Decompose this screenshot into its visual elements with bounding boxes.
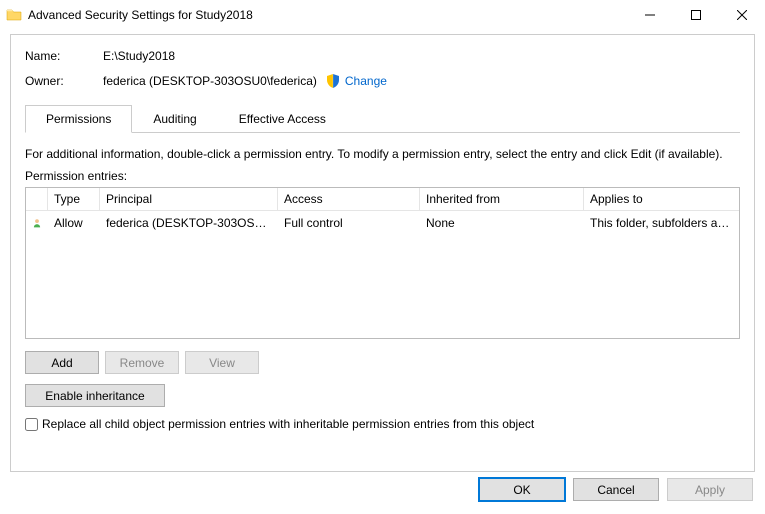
- main-panel: Name: E:\Study2018 Owner: federica (DESK…: [10, 34, 755, 472]
- info-text: For additional information, double-click…: [25, 147, 740, 161]
- change-link-text: Change: [345, 74, 387, 88]
- col-icon-spacer: [26, 188, 48, 210]
- tab-effective-access[interactable]: Effective Access: [218, 105, 347, 133]
- close-button[interactable]: [719, 0, 765, 30]
- tab-bar: Permissions Auditing Effective Access: [25, 105, 740, 133]
- column-header-applies[interactable]: Applies to: [584, 188, 739, 210]
- minimize-button[interactable]: [627, 0, 673, 30]
- dialog-footer: OK Cancel Apply: [0, 478, 765, 511]
- shield-icon: [325, 73, 341, 89]
- cell-inherited: None: [420, 214, 584, 232]
- column-header-access[interactable]: Access: [278, 188, 420, 210]
- cell-access: Full control: [278, 214, 420, 232]
- name-row: Name: E:\Study2018: [25, 49, 740, 63]
- window-title: Advanced Security Settings for Study2018: [28, 8, 627, 22]
- maximize-button[interactable]: [673, 0, 719, 30]
- permission-entries-list[interactable]: Type Principal Access Inherited from App…: [25, 187, 740, 339]
- permission-entries-label: Permission entries:: [25, 169, 740, 183]
- column-header-type[interactable]: Type: [48, 188, 100, 210]
- owner-value: federica (DESKTOP-303OSU0\federica): [103, 74, 317, 88]
- owner-row: Owner: federica (DESKTOP-303OSU0\federic…: [25, 73, 740, 89]
- tab-auditing[interactable]: Auditing: [132, 105, 217, 133]
- enable-inheritance-button[interactable]: Enable inheritance: [25, 384, 165, 407]
- view-button[interactable]: View: [185, 351, 259, 374]
- list-body: Allow federica (DESKTOP-303OSU0\f... Ful…: [26, 211, 739, 338]
- owner-label: Owner:: [25, 74, 103, 88]
- remove-button[interactable]: Remove: [105, 351, 179, 374]
- replace-checkbox[interactable]: [25, 418, 38, 431]
- cell-principal: federica (DESKTOP-303OSU0\f...: [100, 214, 278, 232]
- table-row[interactable]: Allow federica (DESKTOP-303OSU0\f... Ful…: [26, 211, 739, 235]
- replace-checkbox-label[interactable]: Replace all child object permission entr…: [42, 417, 534, 431]
- cell-type: Allow: [48, 214, 100, 232]
- list-header: Type Principal Access Inherited from App…: [26, 188, 739, 211]
- cell-applies: This folder, subfolders and files: [584, 214, 739, 232]
- add-button[interactable]: Add: [25, 351, 99, 374]
- column-header-principal[interactable]: Principal: [100, 188, 278, 210]
- change-owner-link[interactable]: Change: [325, 73, 387, 89]
- tab-permissions[interactable]: Permissions: [25, 105, 132, 133]
- name-label: Name:: [25, 49, 103, 63]
- replace-checkbox-row: Replace all child object permission entr…: [25, 417, 740, 431]
- titlebar: Advanced Security Settings for Study2018: [0, 0, 765, 30]
- column-header-inherited[interactable]: Inherited from: [420, 188, 584, 210]
- user-icon: [26, 214, 48, 232]
- enable-inheritance-row: Enable inheritance: [25, 384, 740, 407]
- name-value: E:\Study2018: [103, 49, 175, 63]
- cancel-button[interactable]: Cancel: [573, 478, 659, 501]
- apply-button[interactable]: Apply: [667, 478, 753, 501]
- ok-button[interactable]: OK: [479, 478, 565, 501]
- folder-icon: [6, 7, 22, 23]
- entry-buttons-row: Add Remove View: [25, 351, 740, 374]
